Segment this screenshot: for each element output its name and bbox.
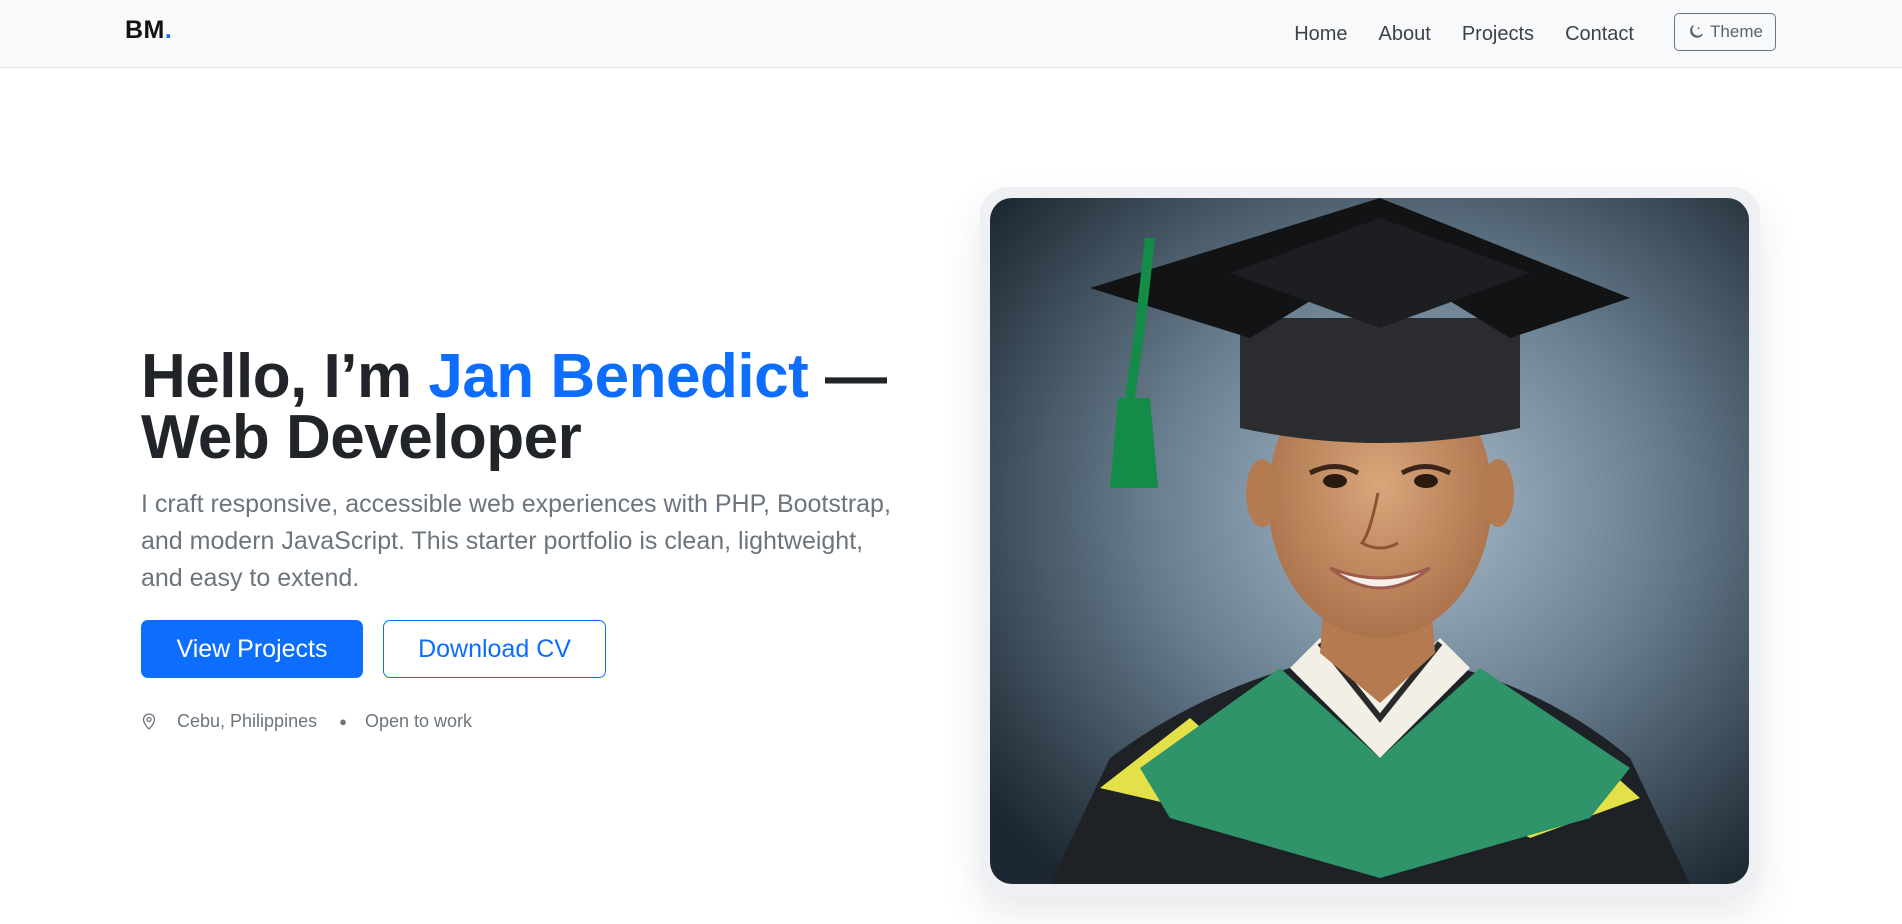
status-text: Open to work: [364, 710, 473, 731]
download-cv-button[interactable]: Download CV: [383, 620, 606, 678]
hero-lead: I craft responsive, accessible web exper…: [141, 490, 891, 592]
title-suffix: —: [808, 342, 887, 411]
hero-name: Jan Benedict: [428, 342, 809, 411]
nav-link-contact[interactable]: Contact: [1565, 23, 1634, 46]
portrait-card: [980, 187, 1760, 895]
nav-link-home[interactable]: Home: [1294, 23, 1347, 46]
hero-meta: Cebu, Philippines ● Open to work: [141, 709, 472, 733]
title-role: Web Developer: [141, 403, 582, 472]
graduate-portrait-image: [990, 198, 1749, 884]
nav-link-projects[interactable]: Projects: [1462, 23, 1534, 46]
nav-link-about[interactable]: About: [1379, 23, 1431, 46]
location-text: Cebu, Philippines: [177, 710, 318, 731]
brand-dot: .: [164, 16, 173, 44]
nav-links: Home About Projects Contact: [1294, 0, 1634, 68]
brand-logo[interactable]: BM.: [125, 16, 172, 45]
title-prefix: Hello, I’m: [141, 342, 429, 411]
navbar: BM. Home About Projects Contact Theme: [0, 0, 1902, 68]
brand-text: BM: [125, 16, 165, 44]
hero-title: Hello, I’m Jan Benedict — Web Developer: [141, 346, 921, 469]
theme-toggle-button[interactable]: Theme: [1674, 13, 1776, 51]
portrait-photo: [990, 198, 1749, 884]
view-projects-button[interactable]: View Projects: [141, 620, 363, 678]
theme-label: Theme: [1710, 22, 1763, 41]
moon-stars-icon: [1690, 24, 1703, 38]
meta-separator: ●: [339, 713, 347, 729]
map-pin-icon: [142, 713, 156, 730]
